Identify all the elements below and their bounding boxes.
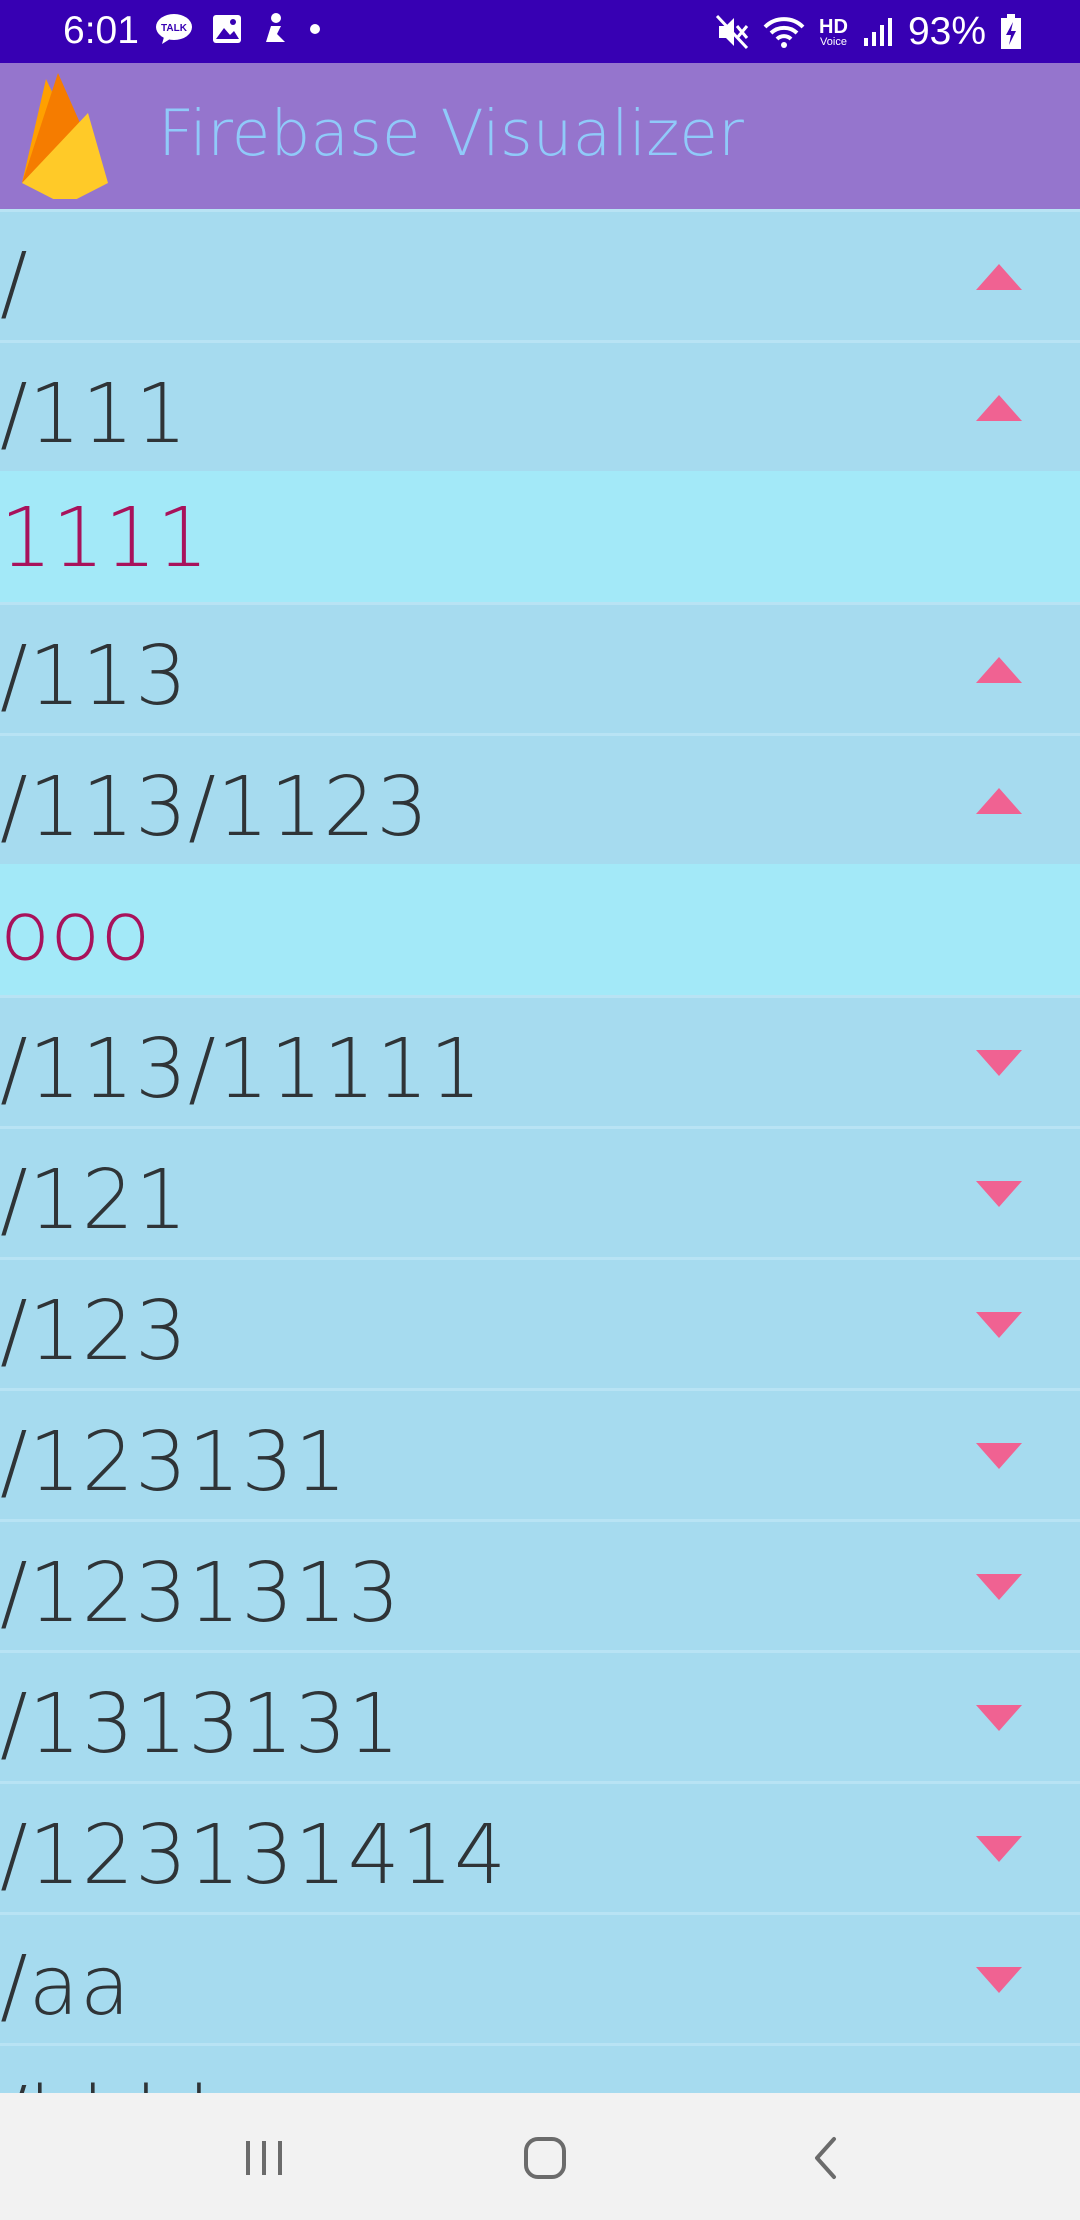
node-path: /121 bbox=[0, 1153, 189, 1248]
expand-arrow-icon[interactable] bbox=[976, 1312, 1022, 1338]
app-bar: Firebase Visualizer bbox=[0, 63, 1080, 209]
expand-arrow-icon[interactable] bbox=[976, 1967, 1022, 1993]
dot-icon bbox=[310, 24, 320, 34]
recent-apps-icon[interactable] bbox=[239, 2133, 289, 2183]
node-path: /111 bbox=[0, 367, 189, 462]
node-path: /113 bbox=[0, 629, 189, 724]
battery-charging-icon bbox=[1001, 14, 1021, 49]
tree-node-row[interactable]: /123 bbox=[0, 1257, 1080, 1388]
expand-arrow-icon[interactable] bbox=[976, 1050, 1022, 1076]
talk-icon: TALK bbox=[156, 14, 192, 44]
node-value-row: ooo bbox=[0, 864, 1080, 995]
expand-arrow-icon[interactable] bbox=[976, 1705, 1022, 1731]
svg-text:TALK: TALK bbox=[161, 23, 188, 34]
tree-node-row[interactable]: /111 bbox=[0, 340, 1080, 471]
hd-label: HD bbox=[819, 15, 848, 38]
node-path: /1231313 bbox=[0, 1546, 401, 1641]
mute-icon bbox=[715, 14, 749, 50]
node-value: ooo bbox=[0, 884, 151, 979]
hd-voice-icon: HD Voice bbox=[819, 17, 848, 48]
tree-node-row[interactable]: /123131414 bbox=[0, 1781, 1080, 1912]
node-path: /aa bbox=[0, 1939, 132, 2034]
status-time: 6:01 bbox=[63, 9, 139, 52]
status-bar: 6:01 TALK HD Voice 93% bbox=[0, 0, 1080, 63]
node-path: /1313131 bbox=[0, 1677, 401, 1772]
expand-arrow-icon[interactable] bbox=[976, 1443, 1022, 1469]
wifi-icon bbox=[763, 17, 805, 48]
tree-node-row[interactable]: /113/1123 bbox=[0, 733, 1080, 864]
collapse-arrow-icon[interactable] bbox=[976, 788, 1022, 814]
battery-percent: 93% bbox=[907, 10, 986, 53]
collapse-arrow-icon[interactable] bbox=[976, 395, 1022, 421]
tree-node-row[interactable]: /bbbb bbox=[0, 2043, 1080, 2093]
tree-node-row[interactable]: /123131 bbox=[0, 1388, 1080, 1519]
node-value-row: 1111 bbox=[0, 471, 1080, 602]
expand-arrow-icon[interactable] bbox=[976, 1574, 1022, 1600]
system-icons: HD Voice 93% bbox=[715, 10, 1022, 54]
notification-icons: TALK bbox=[155, 12, 321, 46]
tree-node-row[interactable]: /aa bbox=[0, 1912, 1080, 2043]
voice-label: Voice bbox=[820, 35, 847, 48]
tree-node-row[interactable]: / bbox=[0, 209, 1080, 340]
firebase-logo-icon bbox=[22, 73, 108, 199]
tree-node-row[interactable]: /113 bbox=[0, 602, 1080, 733]
node-path: /113/1123 bbox=[0, 760, 430, 855]
tree-node-row[interactable]: /121 bbox=[0, 1126, 1080, 1257]
tree-node-row[interactable]: /1231313 bbox=[0, 1519, 1080, 1650]
navigation-bar bbox=[0, 2093, 1080, 2220]
home-icon[interactable] bbox=[520, 2133, 570, 2183]
person-icon bbox=[266, 13, 285, 42]
collapse-arrow-icon[interactable] bbox=[976, 657, 1022, 683]
tree-list[interactable]: / /111 1111 /113 /113/1123 ooo /113/1111… bbox=[0, 209, 1080, 2093]
app-title: Firebase Visualizer bbox=[158, 97, 744, 170]
node-path: /113/11111 bbox=[0, 1022, 483, 1117]
back-icon[interactable] bbox=[801, 2133, 851, 2183]
tree-node-row[interactable]: /113/11111 bbox=[0, 995, 1080, 1126]
node-path: /123 bbox=[0, 1284, 189, 1379]
expand-arrow-icon[interactable] bbox=[976, 1836, 1022, 1862]
image-icon bbox=[213, 15, 241, 43]
node-value: 1111 bbox=[0, 491, 209, 586]
collapse-arrow-icon[interactable] bbox=[976, 264, 1022, 290]
node-path: /123131414 bbox=[0, 1808, 508, 1903]
node-path: /123131 bbox=[0, 1415, 348, 1510]
node-path: / bbox=[0, 236, 29, 331]
tree-node-row[interactable]: /1313131 bbox=[0, 1650, 1080, 1781]
node-path: /bbbb bbox=[0, 2068, 241, 2093]
signal-icon bbox=[863, 18, 892, 46]
expand-arrow-icon[interactable] bbox=[976, 1181, 1022, 1207]
